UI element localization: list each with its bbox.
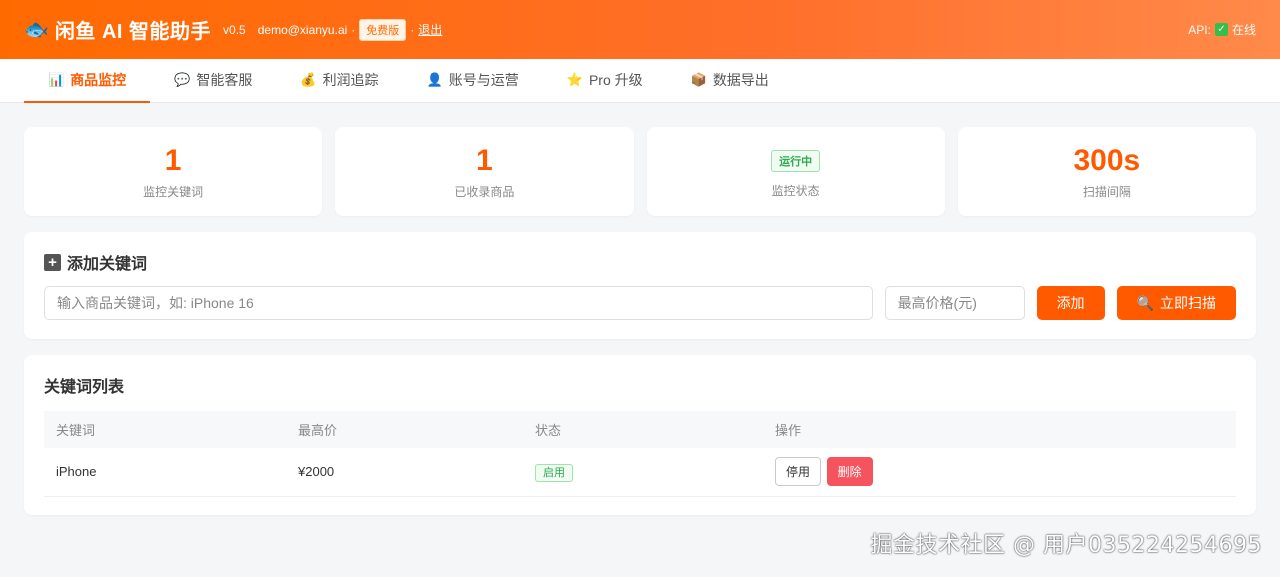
tab-product-monitor[interactable]: 📊 商品监控	[24, 59, 151, 103]
add-keyword-title: + 添加关键词	[44, 250, 1236, 274]
watermark: 掘金技术社区 @ 用户035224254695	[870, 533, 1262, 558]
brand: 🐟 闲鱼 AI 智能助手	[24, 15, 211, 44]
main-content: 1 监控关键词 1 已收录商品 运行中 监控状态 300s 扫描间隔 + 添加关…	[0, 103, 1280, 539]
app-title: 闲鱼 AI 智能助手	[54, 21, 212, 43]
add-keyword-card: + 添加关键词 添加 🔍 立即扫描	[24, 232, 1256, 339]
user-email: demo@xianyu.ai	[257, 22, 348, 37]
tab-label: 账号与运营	[448, 72, 519, 88]
tab-label: Pro 升级	[588, 72, 643, 88]
add-button[interactable]: 添加	[1036, 286, 1105, 320]
cell-actions: 停用 删除	[763, 448, 1236, 497]
tab-profit-tracking[interactable]: 💰 利润追踪	[276, 59, 402, 103]
cell-max-price: ¥2000	[286, 448, 523, 497]
stat-label: 监控状态	[771, 184, 820, 198]
plus-icon: +	[44, 253, 61, 271]
fish-icon: 🐟	[24, 18, 49, 41]
user-info: demo@xianyu.ai · 免费版 · 退出	[257, 18, 442, 41]
stats-row: 1 监控关键词 1 已收录商品 运行中 监控状态 300s 扫描间隔	[24, 127, 1256, 216]
stat-value: 1	[476, 144, 493, 177]
card-title-text: 添加关键词	[67, 256, 148, 273]
cell-keyword: iPhone	[44, 448, 286, 497]
user-icon: 👤	[426, 72, 443, 87]
stat-label: 扫描间隔	[1082, 185, 1131, 199]
column-header-actions: 操作	[775, 423, 802, 438]
main-tabs: 📊 商品监控 💬 智能客服 💰 利润追踪 👤 账号与运营 ⭐ Pro 升级 📦 …	[0, 59, 1280, 103]
table-header-row: 关键词 最高价 状态 操作	[44, 411, 1236, 448]
stat-card-keywords: 1 监控关键词	[24, 127, 323, 216]
scan-button-label: 立即扫描	[1160, 295, 1216, 311]
tab-label: 利润追踪	[322, 72, 379, 88]
api-status-text: 在线	[1231, 23, 1256, 37]
stat-card-monitor-status: 运行中 监控状态	[646, 127, 945, 216]
chat-icon: 💬	[174, 72, 191, 87]
tab-label: 商品监控	[70, 72, 127, 88]
star-icon: ⭐	[566, 72, 583, 87]
scan-now-button[interactable]: 🔍 立即扫描	[1116, 286, 1236, 320]
tab-account-ops[interactable]: 👤 账号与运营	[403, 59, 543, 103]
stat-value: 300s	[1073, 144, 1141, 177]
keyword-input[interactable]	[44, 286, 873, 320]
plan-badge: 免费版	[359, 18, 407, 41]
delete-button[interactable]: 删除	[826, 457, 873, 487]
keyword-list-card: 关键词列表 关键词 最高价 状态 操作 iPhone ¥2000 启用 停用 删…	[24, 355, 1256, 515]
tab-label: 智能客服	[196, 72, 253, 88]
column-header-keyword: 关键词	[56, 423, 96, 438]
search-icon: 🔍	[1136, 294, 1154, 311]
stat-card-products: 1 已收录商品	[335, 127, 634, 216]
check-icon: ✓	[1214, 23, 1228, 36]
status-tag: 启用	[535, 463, 573, 482]
tab-smart-service[interactable]: 💬 智能客服	[150, 59, 276, 103]
stat-value: 1	[164, 144, 182, 177]
separator: ·	[351, 22, 356, 37]
add-keyword-form: 添加 🔍 立即扫描	[44, 286, 1236, 320]
version-label: v0.5	[223, 22, 246, 37]
column-header-max-price: 最高价	[298, 423, 338, 438]
keyword-list-title: 关键词列表	[44, 379, 125, 396]
api-label: API:	[1188, 22, 1211, 37]
add-button-label: 添加	[1056, 295, 1085, 311]
tab-data-export[interactable]: 📦 数据导出	[667, 59, 793, 103]
app-header: 🐟 闲鱼 AI 智能助手 v0.5 demo@xianyu.ai · 免费版 ·…	[0, 0, 1280, 59]
money-bag-icon: 💰	[300, 72, 317, 87]
stat-label: 已收录商品	[454, 185, 515, 199]
stat-label: 监控关键词	[143, 185, 204, 199]
separator: ·	[410, 22, 415, 37]
stat-card-scan-interval: 300s 扫描间隔	[957, 127, 1256, 216]
logout-link[interactable]: 退出	[418, 21, 442, 38]
table-row: iPhone ¥2000 启用 停用 删除	[44, 448, 1236, 497]
package-icon: 📦	[690, 72, 707, 87]
cell-status: 启用	[523, 448, 763, 497]
column-header-status: 状态	[535, 423, 562, 438]
disable-button[interactable]: 停用	[775, 457, 822, 487]
max-price-input[interactable]	[884, 286, 1025, 320]
keyword-table: 关键词 最高价 状态 操作 iPhone ¥2000 启用 停用 删除	[44, 411, 1236, 497]
status-badge: 运行中	[771, 150, 821, 172]
api-status: API: ✓ 在线	[1188, 21, 1256, 38]
tab-label: 数据导出	[712, 72, 769, 88]
tab-pro-upgrade[interactable]: ⭐ Pro 升级	[543, 59, 667, 103]
chart-icon: 📊	[48, 72, 65, 87]
